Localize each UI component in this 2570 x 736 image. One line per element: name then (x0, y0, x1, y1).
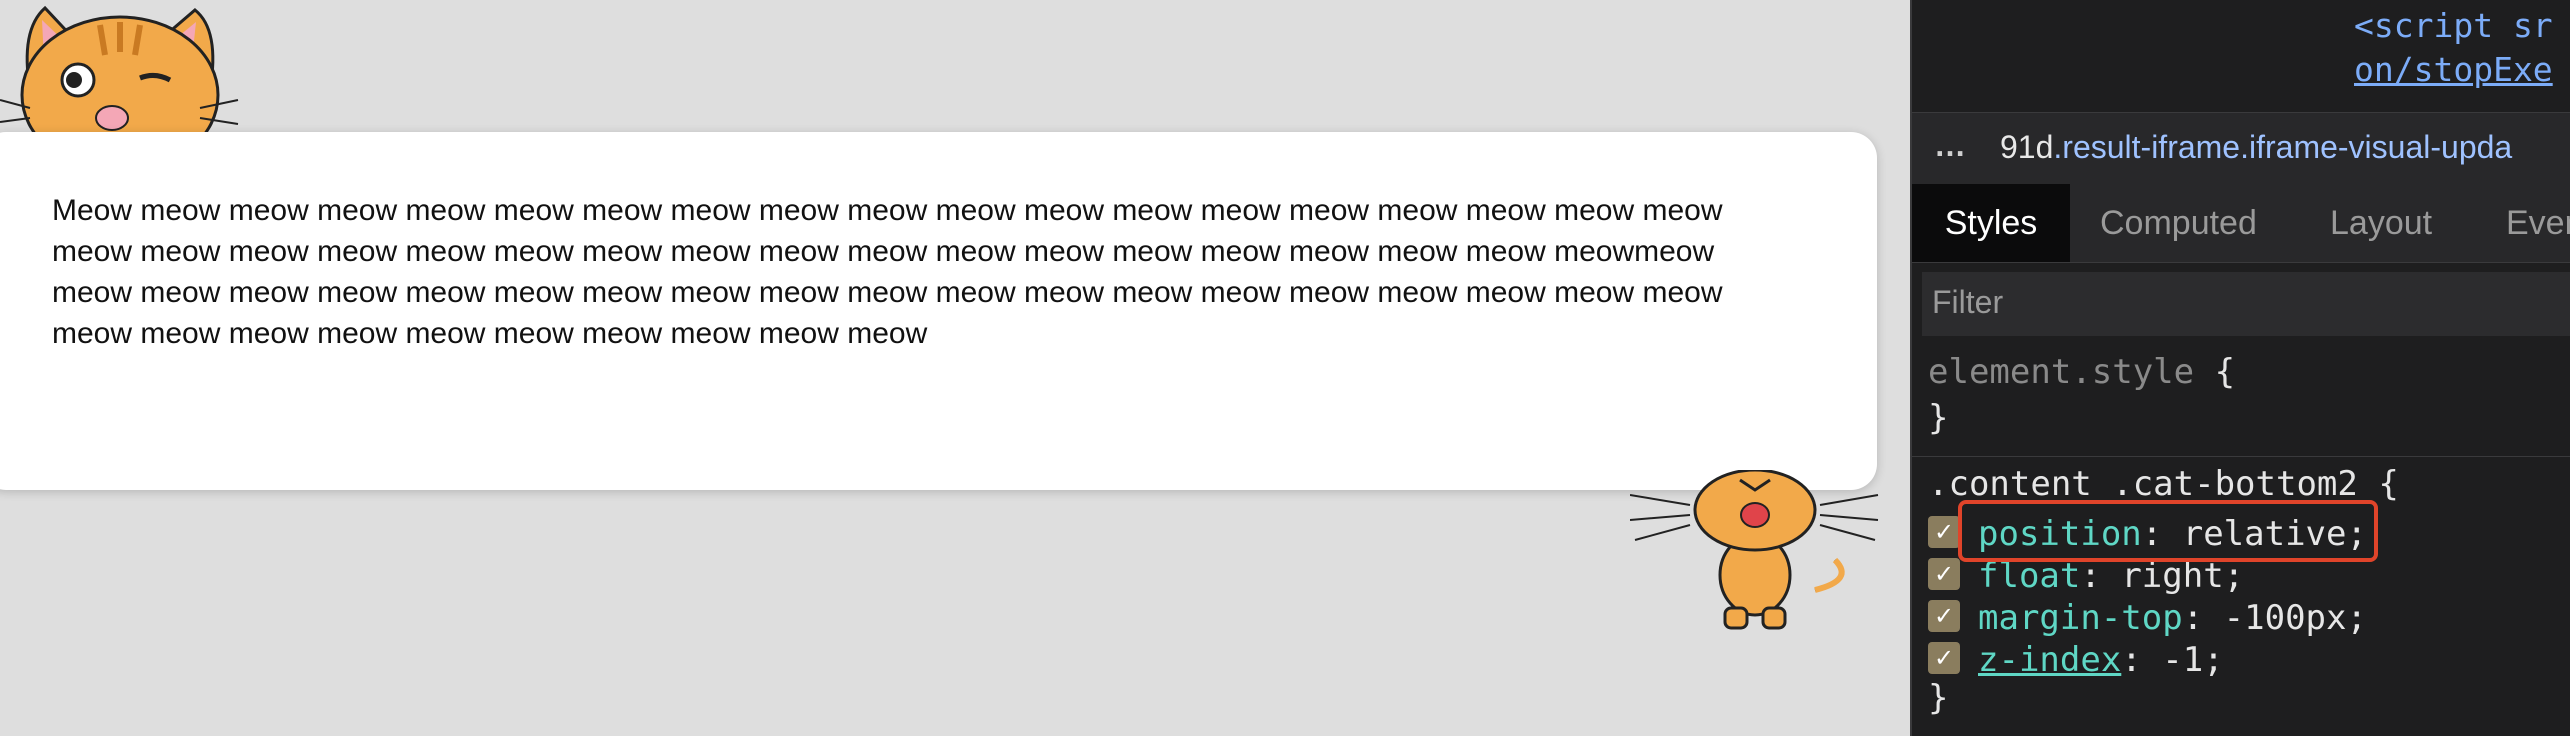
breadcrumb-node-id: 91d (2000, 129, 2054, 165)
element-style-selector-text: element.style (1928, 352, 2195, 392)
declaration-value[interactable]: -1; (2162, 640, 2223, 680)
declaration-checkbox[interactable]: ✓ (1928, 642, 1960, 674)
breadcrumb-node-classes: .result-iframe.iframe-visual-upda (2053, 129, 2513, 165)
declaration-property[interactable]: margin-top (1978, 598, 2183, 638)
declaration-property[interactable]: float (1978, 556, 2080, 596)
cat-illustration-bottom (1630, 470, 1879, 630)
tab-computed[interactable]: Computed (2100, 184, 2257, 262)
declaration-checkbox[interactable]: ✓ (1928, 600, 1960, 632)
rule-open-brace: { (2378, 464, 2399, 504)
element-style-selector[interactable]: element.style { (1928, 352, 2235, 392)
breadcrumb-node[interactable]: 91d.result-iframe.iframe-visual-upda (2000, 129, 2512, 166)
declaration-value[interactable]: -100px; (2224, 598, 2367, 638)
tab-layout[interactable]: Layout (2330, 184, 2432, 262)
filter-placeholder: Filter (1932, 284, 2004, 320)
rule-selector[interactable]: .content .cat-bottom2 { (1928, 464, 2399, 504)
elements-line-script[interactable]: <script sr (2354, 6, 2553, 45)
tab-styles[interactable]: Styles (1912, 184, 2070, 262)
devtools-tabs: Styles Computed Layout Even (1912, 184, 2570, 263)
rule-selector-text: .content .cat-bottom2 (1928, 464, 2358, 504)
declaration-property[interactable]: z-index (1978, 640, 2121, 680)
rule-close-brace: } (1928, 678, 1949, 718)
declaration-value[interactable]: right; (2121, 556, 2244, 596)
styles-filter-input[interactable]: Filter (1922, 272, 2570, 336)
rule-divider (1912, 456, 2570, 457)
element-style-close-brace: } (1928, 398, 1949, 438)
declaration-checkbox[interactable]: ✓ (1928, 558, 1960, 590)
cat-illustration-top (0, 5, 239, 150)
tab-event-listeners[interactable]: Even (2506, 184, 2570, 262)
card-text: Meow meow meow meow meow meow meow meow … (52, 194, 1723, 350)
breadcrumb-more-button[interactable]: … (1934, 127, 1966, 164)
annotation-highlight-box (1958, 500, 2378, 562)
element-style-open-brace: { (2214, 352, 2236, 392)
declaration-checkbox[interactable]: ✓ (1928, 516, 1960, 548)
devtools-panel: <script sr on/stopExe … 91d.result-ifram… (1910, 0, 2570, 736)
breadcrumb: … 91d.result-iframe.iframe-visual-upda (1912, 112, 2570, 186)
elements-tree-snippet: <script sr on/stopExe (2354, 0, 2570, 112)
content-card: Meow meow meow meow meow meow meow meow … (0, 132, 1877, 490)
elements-line-link[interactable]: on/stopExe (2354, 50, 2553, 89)
page-preview: Meow meow meow meow meow meow meow meow … (0, 0, 1910, 736)
